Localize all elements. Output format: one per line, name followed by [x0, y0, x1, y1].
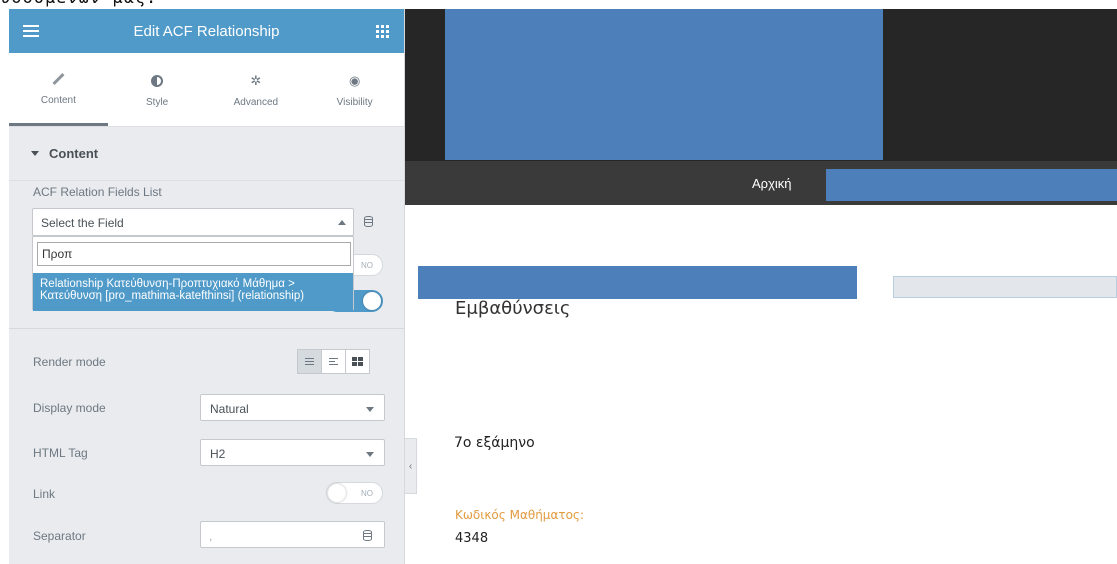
- caret-down-icon: [31, 151, 39, 156]
- chevron-left-icon: ‹: [408, 460, 413, 472]
- separator-label: Separator: [33, 529, 86, 543]
- hero-image-placeholder: [445, 9, 883, 160]
- tab-label: Content: [40, 95, 76, 106]
- render-mode-group: [297, 349, 370, 374]
- panel-tabs: Content Style ✲ Advanced ◉ Visibility: [9, 53, 404, 127]
- separator-input[interactable]: ,: [200, 521, 385, 548]
- html-tag-select[interactable]: H2: [200, 439, 385, 466]
- display-mode-label: Display mode: [33, 401, 106, 415]
- fields-list-label: ACF Relation Fields List: [33, 185, 162, 199]
- divider: [9, 328, 405, 329]
- nav-highlight: [826, 169, 1117, 201]
- eye-icon: ◉: [348, 72, 361, 88]
- list-view-button[interactable]: [297, 349, 322, 374]
- panel-header: Edit ACF Relationship: [9, 9, 404, 53]
- chevron-up-icon: [338, 220, 346, 225]
- render-mode-label: Render mode: [33, 355, 106, 369]
- nav-item-home[interactable]: Αρχική: [752, 176, 792, 191]
- grid-view-button[interactable]: [345, 349, 370, 374]
- page-heading: Εμβαθύνσεις: [455, 298, 571, 319]
- course-code-label: Κωδικός Μαθήματος:: [455, 508, 584, 522]
- align-left-icon: [329, 356, 338, 367]
- tab-content[interactable]: Content: [9, 53, 108, 126]
- tab-style[interactable]: Style: [108, 53, 207, 126]
- text-view-button[interactable]: [321, 349, 346, 374]
- course-code-value: 4348: [455, 531, 489, 546]
- html-tag-label: HTML Tag: [33, 446, 88, 460]
- tab-advanced[interactable]: ✲ Advanced: [207, 53, 306, 126]
- gear-icon: ✲: [250, 72, 262, 88]
- page-top-text: υσσόμενων μας.: [0, 0, 157, 8]
- semester-text: 7ο εξάμηνο: [454, 435, 535, 451]
- tab-label: Advanced: [233, 96, 279, 108]
- grid-icon: [352, 357, 363, 366]
- field-select[interactable]: Select the Field: [32, 208, 354, 236]
- chevron-down-icon: [366, 452, 374, 457]
- html-tag-value: H2: [210, 447, 226, 461]
- dynamic-tags-icon[interactable]: [364, 216, 373, 227]
- tab-label: Visibility: [336, 96, 373, 108]
- link-label: Link: [33, 487, 56, 501]
- section-toggle-content[interactable]: Content: [9, 127, 404, 181]
- separator-value: ,: [209, 529, 213, 543]
- menu-icon[interactable]: [9, 9, 53, 53]
- dropdown-option[interactable]: Relationship Κατεύθυνση-Προπτυχιακό Μάθη…: [33, 273, 353, 311]
- dynamic-tags-icon[interactable]: [363, 530, 372, 541]
- screen: υσσόμενων μας. Αρχική Εμβαθύνσεις 7ο εξά…: [0, 0, 1117, 564]
- list-icon: [305, 356, 314, 367]
- toggle-text: NO: [361, 489, 373, 498]
- display-mode-value: Natural: [210, 402, 249, 416]
- collapse-panel-button[interactable]: ‹: [405, 438, 417, 494]
- display-mode-select[interactable]: Natural: [200, 394, 385, 421]
- title-bar-placeholder: [418, 266, 857, 299]
- link-toggle[interactable]: NO: [326, 482, 383, 504]
- chevron-down-icon: [366, 407, 374, 412]
- section-title: Content: [49, 146, 99, 161]
- sidebar-placeholder: [893, 276, 1117, 298]
- select-dropdown: Relationship Κατεύθυνση-Προπτυχιακό Μάθη…: [32, 236, 354, 311]
- toggle-text: NO: [361, 261, 373, 270]
- panel-title: Edit ACF Relationship: [133, 22, 280, 40]
- dropdown-search-input[interactable]: [37, 242, 351, 266]
- tab-visibility[interactable]: ◉ Visibility: [305, 53, 404, 126]
- apps-grid-icon[interactable]: [360, 9, 404, 53]
- tab-label: Style: [146, 96, 169, 108]
- pencil-icon: [52, 70, 65, 88]
- select-value: Select the Field: [41, 216, 124, 230]
- contrast-icon: [151, 72, 164, 90]
